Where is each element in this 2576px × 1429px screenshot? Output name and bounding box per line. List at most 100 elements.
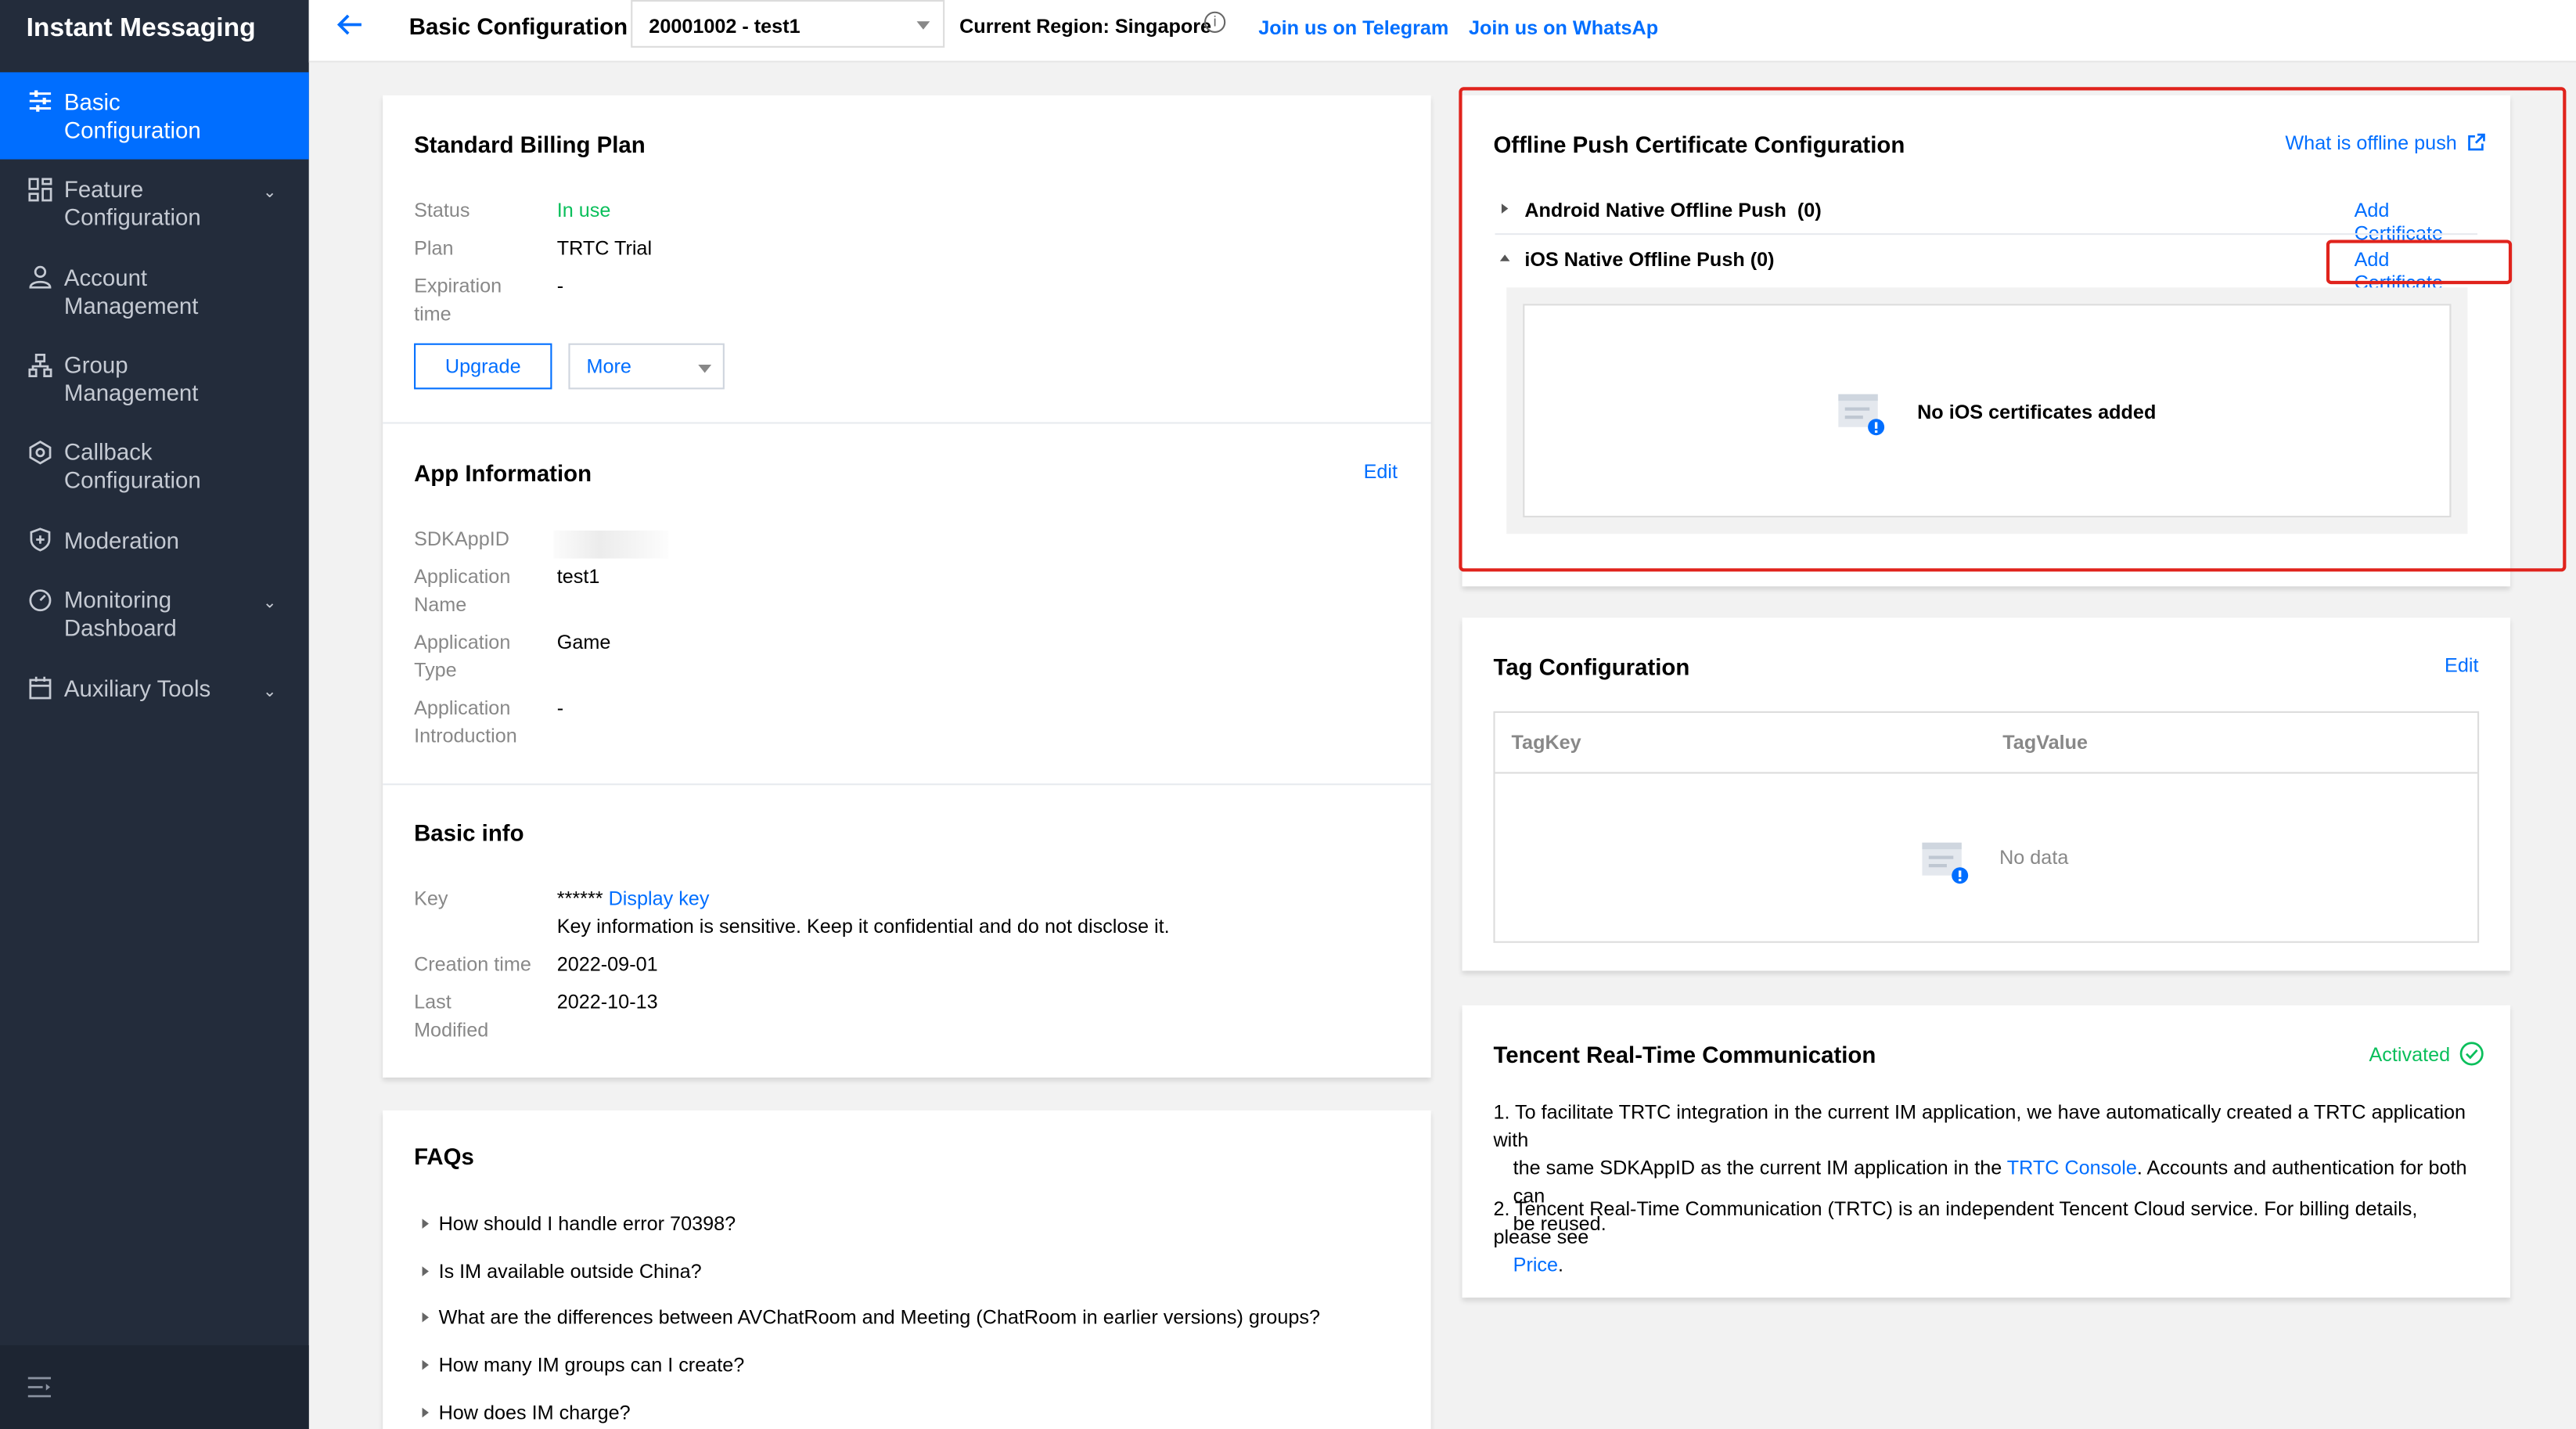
sidebar-item-label: Configuration — [63, 466, 201, 493]
product-title: Instant Messaging — [26, 14, 256, 43]
app-selector-value: 20001002 - test1 — [649, 14, 801, 38]
last-modified-label: Last — [414, 990, 452, 1014]
trtc-status: Activated — [2369, 1042, 2484, 1067]
more-label: More — [586, 355, 631, 378]
sidebar-item-label: Monitoring — [63, 586, 172, 613]
info-icon[interactable]: i — [1203, 11, 1226, 33]
dropdown-caret-icon — [916, 21, 930, 30]
trtc-note-2: 2. Tencent Real-Time Communication (TRTC… — [1493, 1197, 2418, 1276]
tag-table: TagKey TagValue No data — [1493, 711, 2480, 943]
expiration-label: Expiration — [414, 274, 502, 297]
display-key-link[interactable]: Display key — [609, 887, 710, 909]
caret-right-icon — [422, 1266, 429, 1276]
expiration-label: time — [414, 302, 452, 326]
sidebar-item-auxiliary-tools[interactable]: Auxiliary Tools ⌄ — [0, 674, 309, 707]
app-type-value: Game — [556, 630, 611, 654]
chevron-down-icon: ⌄ — [262, 184, 277, 203]
plan-label: Plan — [414, 236, 454, 260]
tag-edit-link[interactable]: Edit — [2445, 653, 2478, 676]
caret-right-icon — [422, 1312, 429, 1323]
app-type-label: Type — [414, 658, 457, 682]
sidebar-item-label: Moderation — [63, 527, 179, 554]
sidebar-item-basic-configuration[interactable]: Basic Configuration — [0, 72, 309, 160]
sidebar-item-callback-configuration[interactable]: Callback Configuration — [0, 437, 309, 502]
key-mask: ****** — [556, 887, 603, 910]
column-header: TagValue — [2002, 731, 2089, 754]
more-dropdown[interactable]: More — [568, 343, 725, 390]
trtc-console-link[interactable]: TRTC Console — [2007, 1157, 2137, 1179]
shield-icon — [30, 527, 51, 552]
key-value: ****** Display key — [557, 885, 710, 913]
collapse-menu-icon[interactable] — [27, 1377, 52, 1398]
sidebar-item-label: Dashboard — [63, 614, 177, 641]
caret-right-icon — [422, 1218, 429, 1229]
app-type-label: Application — [414, 630, 511, 654]
sidebar-item-label: Configuration — [63, 203, 201, 230]
whatsapp-link[interactable]: Join us on WhatsApp — [1469, 16, 1657, 39]
key-label: Key — [414, 887, 448, 910]
grid-icon — [28, 178, 52, 202]
faq-item[interactable]: Is IM available outside China? — [422, 1258, 702, 1287]
faq-item[interactable]: How should I handle error 70398? — [422, 1211, 736, 1239]
sidebar-item-label: Feature — [63, 175, 144, 203]
column-header: TagKey — [1511, 731, 1581, 754]
sidebar-item-label: Configuration — [63, 117, 201, 143]
sidebar-item-group-management[interactable]: Group Management — [0, 350, 309, 416]
sidebar-item-label: Management — [63, 292, 199, 319]
user-icon — [29, 265, 52, 289]
app-info-edit-link[interactable]: Edit — [1364, 460, 1398, 483]
app-intro-value: - — [556, 696, 564, 720]
faq-item[interactable]: How many IM groups can I create? — [422, 1352, 744, 1380]
chevron-down-icon: ⌄ — [262, 683, 277, 702]
app-overview-card: Standard Billing Plan Status In use Plan… — [383, 95, 1431, 1078]
status-label: Status — [414, 198, 470, 222]
sdkappid-redacted — [553, 530, 669, 559]
sidebar-item-monitoring-dashboard[interactable]: Monitoring Dashboard ⌄ — [0, 585, 309, 650]
top-bar: Basic Configuration 20001002 - test1 Cur… — [308, 0, 2576, 63]
sidebar-item-feature-configuration[interactable]: Feature Configuration ⌄ — [0, 174, 309, 239]
sidebar-item-account-management[interactable]: Account Management — [0, 263, 309, 329]
app-intro-label: Introduction — [414, 724, 517, 747]
region-label: Current Region: Singapore — [959, 14, 1212, 38]
empty-message: No data — [1999, 845, 2069, 869]
back-arrow-icon[interactable] — [336, 13, 363, 36]
trtc-title: Tencent Real-Time Communication — [1493, 1041, 1876, 1068]
key-note: Key information is sensitive. Keep it co… — [556, 915, 1170, 938]
price-link[interactable]: Price — [1513, 1253, 1558, 1276]
highlight-box — [2326, 239, 2513, 285]
check-circle-icon — [2459, 1042, 2484, 1066]
app-selector[interactable]: 20001002 - test1 — [631, 0, 945, 48]
billing-title: Standard Billing Plan — [414, 131, 646, 158]
creation-time-label: Creation time — [414, 952, 531, 976]
sidebar-item-moderation[interactable]: Moderation — [0, 526, 309, 559]
faq-item[interactable]: What are the differences between AVChatR… — [422, 1305, 1320, 1333]
faq-item[interactable]: How does IM charge? — [422, 1399, 631, 1427]
expiration-value: - — [556, 274, 564, 297]
divider — [383, 422, 1431, 424]
sidebar: Instant Messaging Basic Configuration Fe… — [0, 0, 309, 1429]
sidebar-item-label: Callback — [63, 438, 153, 465]
sidebar-item-label: Basic — [63, 88, 121, 115]
empty-list-icon — [1922, 842, 1969, 884]
sdkappid-label: SDKAppID — [414, 527, 509, 551]
upgrade-button[interactable]: Upgrade — [414, 343, 552, 390]
hexagon-icon — [29, 441, 52, 465]
app-name-label: Name — [414, 592, 467, 617]
faq-title: FAQs — [414, 1143, 474, 1170]
plan-value: TRTC Trial — [556, 236, 653, 260]
gauge-icon — [29, 589, 52, 612]
app-name-label: Application — [414, 565, 511, 589]
telegram-link[interactable]: Join us on Telegram — [1258, 16, 1448, 39]
basic-info-title: Basic info — [414, 819, 524, 846]
status-badge: Activated — [2369, 1042, 2451, 1067]
sidebar-footer — [0, 1344, 309, 1429]
status-badge: In use — [556, 198, 611, 222]
sidebar-item-label: Management — [63, 379, 199, 406]
last-modified-label: Modified — [414, 1018, 489, 1042]
app-name-value: test1 — [556, 565, 600, 589]
group-icon — [28, 353, 52, 378]
sidebar-item-label: Auxiliary Tools — [63, 675, 211, 702]
sidebar-item-label: Account — [63, 264, 148, 291]
sidebar-item-label: Group — [63, 351, 128, 378]
app-intro-label: Application — [414, 696, 511, 720]
